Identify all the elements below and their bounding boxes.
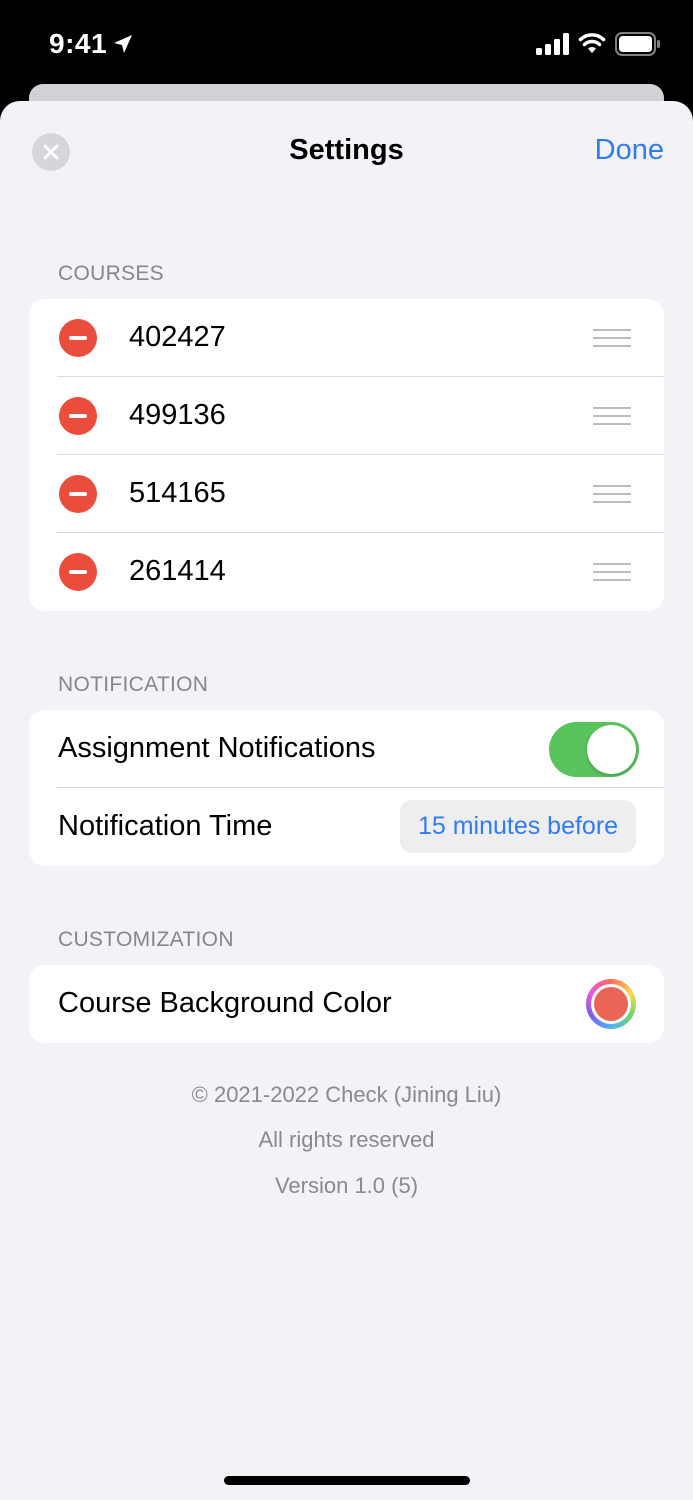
- version-text: Version 1.0 (5): [274, 1173, 419, 1198]
- done-button[interactable]: Done: [595, 134, 664, 167]
- course-label: 514165: [129, 477, 226, 509]
- notification-time-label: Notification Time: [58, 810, 273, 842]
- rights-text: All rights reserved: [258, 1127, 435, 1152]
- toggle-knob: [587, 725, 636, 774]
- notification-group: Assignment Notifications Notification Ti…: [29, 710, 664, 866]
- drag-handle-icon[interactable]: [593, 485, 631, 503]
- selected-color-swatch: [594, 987, 628, 1021]
- customization-group: Course Background Color: [29, 965, 664, 1043]
- wifi-icon: [578, 33, 606, 53]
- courses-group: 402427 499136 514165 261414: [29, 299, 664, 611]
- course-label: 402427: [129, 321, 226, 353]
- drag-handle-icon[interactable]: [593, 407, 631, 425]
- delete-icon[interactable]: [59, 319, 97, 357]
- delete-icon[interactable]: [59, 397, 97, 435]
- section-header-customization: CUSTOMIZATION: [58, 928, 234, 951]
- section-header-courses: COURSES: [58, 262, 164, 285]
- assignment-notifications-row: Assignment Notifications: [29, 710, 664, 788]
- page-title: Settings: [289, 134, 404, 166]
- drag-handle-icon[interactable]: [593, 329, 631, 347]
- notification-time-row: Notification Time 15 minutes before: [29, 788, 664, 866]
- course-row[interactable]: 402427: [29, 299, 664, 377]
- cellular-signal-icon: [536, 33, 569, 55]
- notification-time-value: 15 minutes before: [417, 812, 619, 840]
- course-row[interactable]: 514165: [29, 455, 664, 533]
- course-row[interactable]: 499136: [29, 377, 664, 455]
- settings-sheet: Settings Done COURSES 402427 499136 5141…: [0, 101, 693, 1500]
- course-background-color-label: Course Background Color: [58, 987, 392, 1019]
- delete-icon[interactable]: [59, 475, 97, 513]
- copyright-text: © 2021-2022 Check (Jining Liu): [191, 1082, 502, 1107]
- section-header-notification: NOTIFICATION: [58, 673, 209, 696]
- location-arrow-icon: [114, 35, 132, 53]
- course-row[interactable]: 261414: [29, 533, 664, 611]
- delete-icon[interactable]: [59, 553, 97, 591]
- battery-icon: [615, 32, 660, 56]
- drag-handle-icon[interactable]: [593, 563, 631, 581]
- status-time: 9:41: [49, 28, 108, 59]
- course-background-color-row: Course Background Color: [29, 965, 664, 1043]
- course-label: 261414: [129, 555, 226, 587]
- home-indicator: [224, 1476, 470, 1485]
- assignment-notifications-toggle[interactable]: [549, 722, 639, 777]
- assignment-notifications-label: Assignment Notifications: [58, 732, 376, 764]
- notification-time-picker[interactable]: 15 minutes before: [400, 800, 636, 853]
- course-label: 499136: [129, 399, 226, 431]
- color-picker-well[interactable]: [586, 979, 636, 1029]
- status-bar: 9:41: [0, 0, 693, 84]
